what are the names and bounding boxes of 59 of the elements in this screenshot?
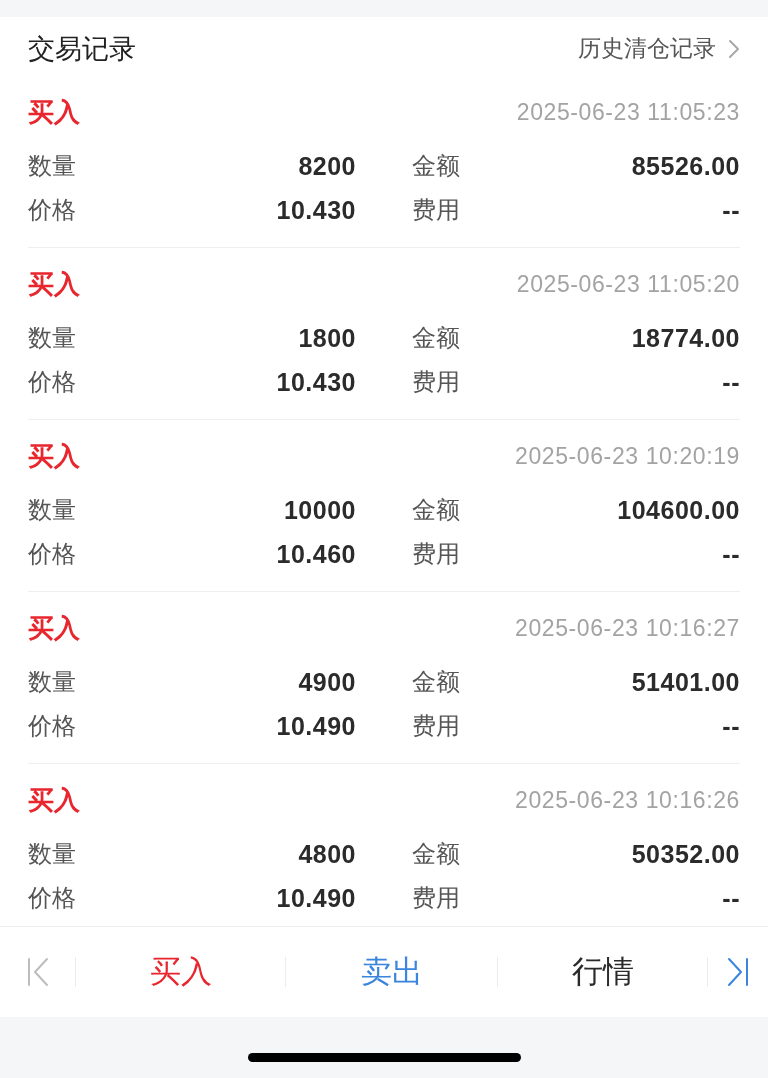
trade-datetime: 2025-06-23 10:20:19 (515, 442, 740, 470)
field-value: 10.430 (276, 195, 356, 225)
field-label: 数量 (28, 323, 76, 353)
trade-datetime: 2025-06-23 11:05:20 (516, 270, 740, 298)
field-label: 价格 (28, 195, 76, 225)
field-value: 10.490 (276, 711, 356, 741)
trade-type: 买入 (28, 267, 80, 301)
field-value: -- (722, 367, 740, 397)
field-label: 价格 (28, 883, 76, 913)
trade-datetime: 2025-06-23 10:16:27 (515, 614, 740, 642)
field-label: 价格 (28, 539, 76, 569)
trade-type: 买入 (28, 611, 80, 645)
field-value: 104600.00 (617, 495, 740, 525)
field-label: 费用 (412, 711, 460, 741)
field-value: 4800 (298, 839, 356, 869)
first-page-icon (25, 957, 50, 987)
field-value: -- (722, 195, 740, 225)
field-label: 费用 (412, 367, 460, 397)
action-tab[interactable]: 买入 (149, 943, 212, 1001)
field-value: 18774.00 (631, 323, 740, 353)
field-value: 50352.00 (631, 839, 740, 869)
field-label: 数量 (28, 667, 76, 697)
field-value: -- (722, 711, 740, 741)
history-link[interactable]: 历史清仓记录 (578, 33, 740, 64)
field-label: 数量 (28, 151, 76, 181)
field-value: 1800 (298, 323, 356, 353)
field-label: 金额 (412, 323, 460, 353)
field-value: 51401.00 (631, 667, 740, 697)
field-label: 金额 (412, 839, 460, 869)
trade-datetime: 2025-06-23 11:05:23 (516, 98, 740, 126)
field-label: 金额 (412, 495, 460, 525)
field-label: 数量 (28, 495, 76, 525)
action-tab[interactable]: 卖出 (360, 943, 423, 1001)
field-label: 价格 (28, 367, 76, 397)
field-label: 价格 (28, 711, 76, 741)
field-value: 10.430 (276, 367, 356, 397)
field-label: 数量 (28, 839, 76, 869)
field-value: 10000 (283, 495, 356, 525)
field-label: 费用 (412, 883, 460, 913)
trade-datetime: 2025-06-23 10:16:26 (515, 786, 740, 814)
page-title: 交易记录 (28, 32, 136, 66)
field-value: 10.490 (276, 883, 356, 913)
field-value: -- (722, 539, 740, 569)
trade-type: 买入 (28, 783, 80, 817)
trade-type: 买入 (28, 95, 80, 129)
chevron-right-icon (728, 38, 740, 59)
field-label: 金额 (412, 667, 460, 697)
field-value: 8200 (298, 151, 356, 181)
field-label: 金额 (412, 151, 460, 181)
last-page-icon (726, 957, 750, 987)
field-value: -- (722, 883, 740, 913)
field-value: 85526.00 (631, 151, 740, 181)
field-value: 10.460 (276, 539, 356, 569)
trade-type: 买入 (28, 439, 80, 473)
field-label: 费用 (412, 195, 460, 225)
field-value: 4900 (298, 667, 356, 697)
action-tab[interactable]: 行情 (571, 943, 634, 1001)
last-page-button[interactable] (726, 957, 750, 987)
field-label: 费用 (412, 539, 460, 569)
